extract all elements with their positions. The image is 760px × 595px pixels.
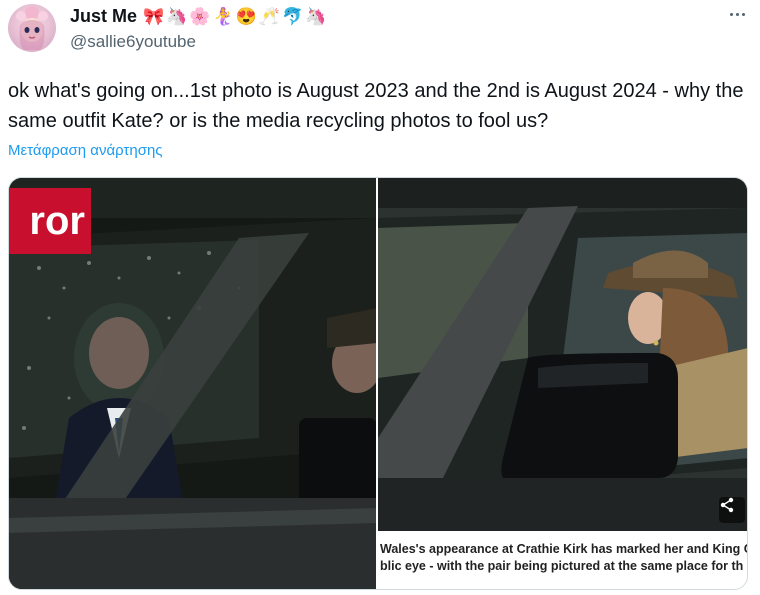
more-horizontal-icon <box>729 12 733 16</box>
name-emojis: 🎀 🦄 🌸 🧜‍♀️ 😍 🥂 🐬 🦄 <box>143 8 326 25</box>
mermaid-emoji-icon: 🧜‍♀️ <box>212 6 234 26</box>
display-name[interactable]: Just Me <box>70 6 137 27</box>
photo-2[interactable]: Wales's appearance at Crathie Kirk has m… <box>378 178 747 589</box>
translate-post-link[interactable]: Μετάφραση ανάρτησης <box>8 142 163 159</box>
ribbon-emoji-icon: 🎀 <box>143 6 165 26</box>
author-line: Just Me 🎀 🦄 🌸 🧜‍♀️ 😍 🥂 🐬 🦄 <box>70 3 326 29</box>
unicorn-emoji-icon: 🦄 <box>305 6 327 26</box>
caption-line-2: blic eye - with the pair being pictured … <box>380 559 744 573</box>
caption-line-1: Wales's appearance at Crathie Kirk has m… <box>380 542 747 556</box>
more-options-button[interactable] <box>724 4 750 24</box>
dolphin-emoji-icon: 🐬 <box>282 6 304 26</box>
avatar[interactable] <box>8 4 56 52</box>
heart-eyes-emoji-icon: 😍 <box>235 6 257 26</box>
share-nodes-icon <box>720 497 734 513</box>
photo-caption: Wales's appearance at Crathie Kirk has m… <box>378 531 747 589</box>
car-photo-2 <box>378 178 747 533</box>
photo-1[interactable]: ror <box>9 178 376 589</box>
tweet-text: ok what's going on...1st photo is August… <box>8 80 744 132</box>
share-icon[interactable] <box>719 497 745 523</box>
brand-tag: ror <box>9 188 91 254</box>
avatar-doll-icon <box>16 6 48 50</box>
media-grid: ror Wales's appearance at Crathie Kirk h… <box>8 177 748 590</box>
author-handle[interactable]: @sallie6youtube <box>70 32 196 52</box>
champagne-emoji-icon: 🥂 <box>258 6 281 26</box>
unicorn-emoji-icon: 🦄 <box>166 6 188 26</box>
flower-emoji-icon: 🌸 <box>189 6 211 26</box>
